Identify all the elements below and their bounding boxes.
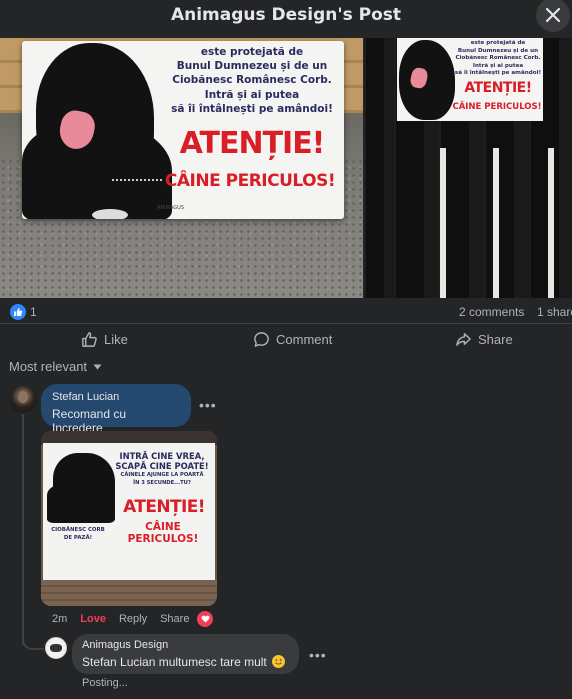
comment-attachment-image[interactable]: INTRĂ CINE VREA, SCAPĂ CINE POATE! CÂINE… xyxy=(41,431,217,606)
fence-post xyxy=(440,148,446,298)
share-arrow-icon xyxy=(456,332,471,346)
sign-warning: ATENȚIE! xyxy=(123,497,205,517)
sign-line-3: Ciobănesc Românesc Corb. xyxy=(455,55,541,62)
wood-bench xyxy=(41,580,217,606)
sign-line-5: să îi întâlnești pe amândoi! xyxy=(454,70,542,77)
logo-mark xyxy=(50,644,62,652)
sign-danger: CÂINE PERICULOS! xyxy=(164,171,336,191)
sign-line-1: INTRĂ CINE VREA, xyxy=(119,451,205,461)
reply-text-row: Stefan Lucian multumesc tare mult xyxy=(82,655,289,669)
thread-connector xyxy=(22,630,44,650)
reply-author[interactable]: Animagus Design xyxy=(82,639,289,651)
like-icon xyxy=(14,308,23,316)
dog-body xyxy=(22,121,172,219)
dog-collar xyxy=(112,179,162,184)
sign-text-block: este protejată de Bunul Dumnezeu și de u… xyxy=(162,45,342,116)
fence-slat xyxy=(364,38,384,298)
shares-count[interactable]: 1 share xyxy=(537,305,572,319)
fence-post xyxy=(493,148,499,298)
sign-caption-line-1: CIOBĂNESC CORB xyxy=(51,527,105,533)
comment-button[interactable]: Comment xyxy=(253,326,332,352)
sign-line-2: SCAPĂ CINE POATE! xyxy=(115,461,209,471)
photo-sign-on-fence[interactable]: este protejată de Bunul Dumnezeu și de u… xyxy=(364,38,572,298)
sign-line-4: Intră și ai putea xyxy=(204,88,300,101)
comment-share-button[interactable]: Share xyxy=(160,613,189,625)
sign-line-5: să îi întâlnești pe amândoi! xyxy=(171,102,333,115)
comment-bubble-icon xyxy=(254,331,269,347)
close-button[interactable] xyxy=(536,0,570,32)
sign-line-2: Bunul Dumnezeu și de un xyxy=(176,60,328,73)
post-actions: Like Comment Share xyxy=(0,322,572,354)
thumbs-up-icon xyxy=(82,331,97,347)
reply-button[interactable]: Reply xyxy=(119,613,147,625)
sign-text-block: INTRĂ CINE VREA, SCAPĂ CINE POATE! CÂINE… xyxy=(109,451,215,487)
share-button[interactable]: Share xyxy=(455,326,513,352)
smile-emoji-icon xyxy=(272,655,286,668)
more-horizontal-icon: ••• xyxy=(199,397,217,413)
sign-warning: ATENȚIE! xyxy=(464,80,532,96)
comment-reaction-badge[interactable] xyxy=(197,611,213,627)
thread-line xyxy=(22,414,24,645)
heart-icon xyxy=(201,615,209,623)
fence-post xyxy=(548,148,554,298)
sign-line-3: CÂINELE AJUNGE LA POARTĂ xyxy=(120,472,204,478)
like-button[interactable]: Like xyxy=(81,326,128,352)
sign-small: este protejată de Bunul Dumnezeu și de u… xyxy=(397,38,543,121)
post-header: Animagus Design's Post xyxy=(0,0,572,32)
dog-body xyxy=(47,483,115,523)
comment-bubble: Stefan Lucian Recomand cu Incredere xyxy=(41,384,191,435)
attached-sign: INTRĂ CINE VREA, SCAPĂ CINE POATE! CÂINE… xyxy=(43,443,215,580)
sign-line-1: este protejată de xyxy=(470,40,526,46)
reply-bubble: Animagus Design Stefan Lucian multumesc … xyxy=(72,634,299,674)
avatar-animagus-design[interactable] xyxy=(45,637,67,659)
sign-line-4: ÎN 3 SECUNDE...TU? xyxy=(133,480,191,486)
reactions-summary: 1 2 comments 1 share xyxy=(0,300,572,324)
share-label: Share xyxy=(478,331,513,347)
comment-author[interactable]: Stefan Lucian xyxy=(52,391,180,403)
sign-brand: ANIMAGUS xyxy=(157,205,184,211)
comments-count[interactable]: 2 comments xyxy=(459,305,524,319)
sign-line-1: este protejată de xyxy=(200,46,304,58)
avatar-stefan-lucian[interactable] xyxy=(9,385,37,413)
comment-label: Comment xyxy=(276,331,333,347)
comment-time[interactable]: 2m xyxy=(52,613,67,625)
sort-label: Most relevant xyxy=(9,359,88,374)
close-icon xyxy=(546,8,560,22)
comment-options-button[interactable]: ••• xyxy=(199,397,217,413)
sign-warning: ATENȚIE! xyxy=(179,126,326,161)
dog-chest-patch xyxy=(92,209,128,219)
more-horizontal-icon: ••• xyxy=(309,647,327,663)
avatar-face xyxy=(18,391,28,403)
sign-large: este protejată de Bunul Dumnezeu și de u… xyxy=(22,41,344,219)
like-label: Like xyxy=(104,331,128,347)
photo-sign-on-wall[interactable]: este protejată de Bunul Dumnezeu și de u… xyxy=(0,38,363,298)
reply-text: Stefan Lucian multumesc tare mult xyxy=(82,655,267,669)
comment-meta: 2m Love Reply Share xyxy=(52,613,189,625)
sign-caption: CIOBĂNESC CORB DE PAZĂ! xyxy=(45,527,111,542)
sign-danger: CÂINE PERICULOS! xyxy=(127,521,199,545)
posting-status: Posting... xyxy=(82,677,128,689)
like-reaction-badge[interactable] xyxy=(10,304,26,320)
dog-figure xyxy=(399,40,455,120)
sign-text-block: este protejată de Bunul Dumnezeu și de u… xyxy=(453,40,543,78)
caret-down-icon xyxy=(93,364,102,369)
post-title: Animagus Design's Post xyxy=(170,5,402,25)
reply-options-button[interactable]: ••• xyxy=(309,647,327,663)
reaction-count[interactable]: 1 xyxy=(30,305,37,319)
post-photos: este protejată de Bunul Dumnezeu și de u… xyxy=(0,38,572,298)
sign-line-3: Ciobănesc Românesc Corb. xyxy=(172,74,332,87)
sign-caption-line-2: DE PAZĂ! xyxy=(63,534,93,541)
sign-danger: CÂINE PERICULOS! xyxy=(452,102,542,112)
love-reaction-button[interactable]: Love xyxy=(80,613,106,625)
comment-sort-dropdown[interactable]: Most relevant xyxy=(9,359,102,374)
